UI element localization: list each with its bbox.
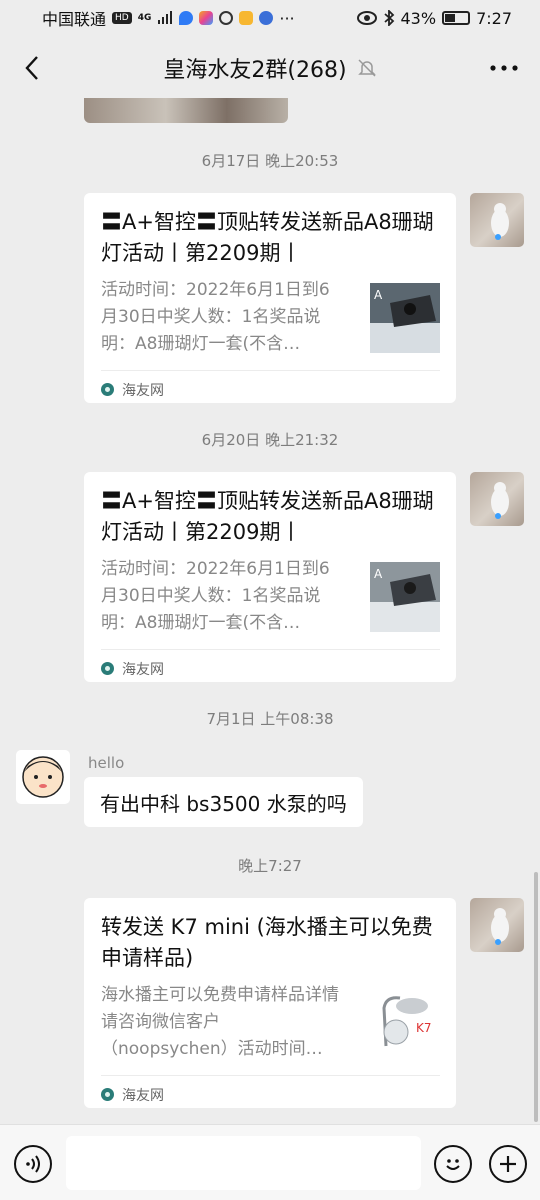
emoji-icon [446, 1159, 460, 1170]
emoji-button[interactable] [434, 1145, 472, 1183]
text-message[interactable]: 有出中科 bs3500 水泵的吗 [84, 777, 363, 827]
source-name: 海友网 [122, 661, 164, 678]
image-message[interactable] [84, 98, 288, 123]
card-title: 转发送 K7 mini (海水播主可以免费申请样品) [101, 915, 433, 970]
carrier-label: 中国联通 [42, 10, 107, 29]
network-type: 4G [137, 13, 152, 23]
hd-badge: HD [112, 12, 132, 24]
eye-icon [356, 11, 377, 25]
clock: 7:27 [476, 8, 512, 28]
chat-area[interactable]: 6月17日 晚上20:53 〓A+智控〓顶贴转发送新品A8珊瑚灯活动丨第2209… [0, 98, 540, 1124]
voice-button[interactable] [14, 1145, 52, 1183]
plus-button[interactable] [489, 1145, 527, 1183]
chevron-left-icon [25, 56, 38, 80]
card-source: 海友网 [101, 370, 440, 408]
card-description: 活动时间：2022年6月1日到6月30日中奖人数：1名奖品说明：A8珊瑚灯一套(… [101, 280, 330, 354]
app-icon [199, 11, 214, 25]
sender-avatar[interactable] [16, 750, 70, 804]
card-description: 海水播主可以免费申请样品详情请咨询微信客户（noopsychen）活动时间… [101, 985, 339, 1059]
svg-text:A: A [374, 567, 383, 581]
bluetooth-icon [383, 10, 394, 26]
battery-icon [442, 11, 471, 25]
source-logo-icon [101, 662, 114, 675]
status-bar: 中国联通 HD 4G ··· 43% 7:27 [0, 0, 540, 36]
card-source: 海友网 [101, 649, 440, 687]
battery-percent: 43% [400, 8, 437, 28]
timestamp: 7月1日 上午08:38 [206, 710, 334, 728]
source-logo-icon [101, 1088, 114, 1101]
plus-icon [500, 1156, 516, 1172]
bell-off-icon [357, 59, 376, 77]
signal-icon [158, 11, 173, 24]
my-avatar[interactable] [470, 193, 524, 247]
chat-header: 皇海水友2群(268) [0, 38, 540, 98]
svg-text:A: A [374, 288, 383, 302]
card-title: 〓A+智控〓顶贴转发送新品A8珊瑚灯活动丨第2209期丨 [101, 489, 434, 544]
message-app-icon [239, 11, 254, 25]
svg-text:K7: K7 [416, 1021, 432, 1035]
circle-app-icon [219, 11, 234, 25]
timestamp: 6月20日 晚上21:32 [201, 431, 339, 449]
input-bar [0, 1124, 540, 1200]
link-card[interactable]: 〓A+智控〓顶贴转发送新品A8珊瑚灯活动丨第2209期丨 活动时间：2022年6… [84, 472, 456, 682]
voice-icon [26, 1155, 40, 1173]
message-input[interactable] [66, 1136, 421, 1190]
more-dots-icon [490, 65, 518, 71]
card-thumbnail: K7 [370, 988, 440, 1058]
source-logo-icon [101, 383, 114, 396]
back-button[interactable] [14, 50, 50, 86]
chat-title: 皇海水友2群(268) [163, 58, 347, 83]
source-name: 海友网 [122, 382, 164, 399]
my-avatar[interactable] [470, 898, 524, 952]
music-app-icon [259, 11, 274, 25]
timestamp: 6月17日 晚上20:53 [201, 152, 339, 170]
more-notifications: ··· [279, 8, 295, 28]
scrollbar[interactable] [534, 872, 538, 1122]
more-button[interactable] [482, 50, 526, 86]
card-description: 活动时间：2022年6月1日到6月30日中奖人数：1名奖品说明：A8珊瑚灯一套(… [101, 559, 330, 633]
card-thumbnail: A [370, 283, 440, 353]
card-title: 〓A+智控〓顶贴转发送新品A8珊瑚灯活动丨第2209期丨 [101, 210, 434, 265]
sender-name: hello [88, 754, 125, 772]
shield-app-icon [179, 11, 194, 25]
link-card[interactable]: 转发送 K7 mini (海水播主可以免费申请样品) 海水播主可以免费申请样品详… [84, 898, 456, 1108]
card-source: 海友网 [101, 1075, 440, 1113]
timestamp: 晚上7:27 [238, 857, 302, 875]
source-name: 海友网 [122, 1087, 164, 1104]
my-avatar[interactable] [470, 472, 524, 526]
card-thumbnail: A [370, 562, 440, 632]
link-card[interactable]: 〓A+智控〓顶贴转发送新品A8珊瑚灯活动丨第2209期丨 活动时间：2022年6… [84, 193, 456, 403]
